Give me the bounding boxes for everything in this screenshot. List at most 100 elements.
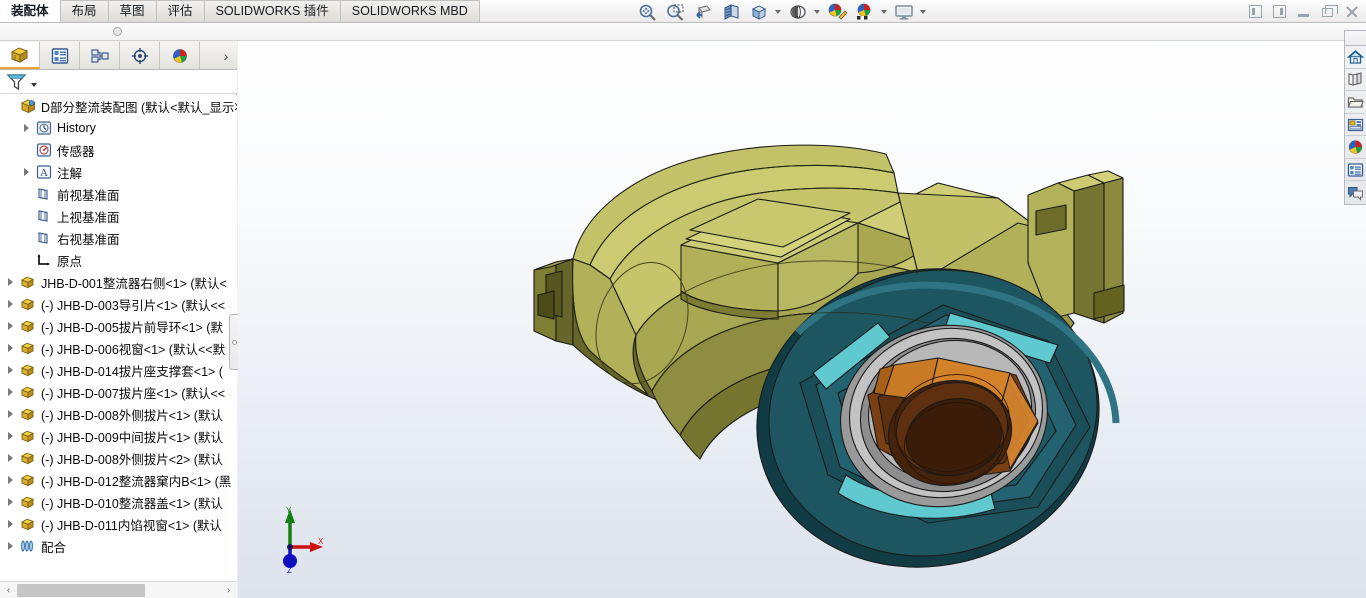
tree-node-component[interactable]: (-) JHB-D-012整流器窠内B<1> (黑	[0, 469, 237, 491]
task-pane-tab-top[interactable]	[1344, 30, 1366, 45]
expand-toggle[interactable]	[2, 293, 18, 315]
expand-toggle[interactable]	[2, 359, 18, 381]
zoom-to-fit-icon[interactable]	[634, 1, 660, 23]
tree-node-component[interactable]: JHB-D-001整流器右侧<1> (默认<	[0, 271, 237, 293]
expand-toggle[interactable]	[2, 425, 18, 447]
edit-appearance-icon[interactable]	[824, 1, 850, 23]
feature-manager-panel: › D部分整流装配图 (默认<默认_显示 History 传感器 A 注解 前视…	[0, 42, 238, 598]
view-settings-icon[interactable]	[891, 1, 917, 23]
expand-toggle[interactable]	[2, 315, 18, 337]
tab-layout[interactable]: 布局	[59, 0, 108, 22]
tree-node-component[interactable]: (-) JHB-D-005拔片前导环<1> (默	[0, 315, 237, 337]
tree-root-node[interactable]: D部分整流装配图 (默认<默认_显示状态	[0, 95, 237, 117]
expand-toggle[interactable]	[2, 337, 18, 359]
tree-node-component[interactable]: (-) JHB-D-007拔片座<1> (默认<<	[0, 381, 237, 403]
expand-toggle[interactable]	[2, 447, 18, 469]
filter-dropdown-caret[interactable]	[31, 82, 37, 87]
coordinate-triad: Y X Z	[283, 506, 324, 575]
file-explorer-icon[interactable]	[1345, 91, 1366, 114]
restore-button[interactable]	[1316, 2, 1338, 22]
property-manager-tab[interactable]	[40, 42, 80, 69]
section-view-icon[interactable]	[718, 1, 744, 23]
tree-node-component[interactable]: (-) JHB-D-008外侧拔片<2> (默认	[0, 447, 237, 469]
zoom-to-area-icon[interactable]	[662, 1, 688, 23]
tree-filter-bar[interactable]	[0, 70, 237, 94]
tree-node-label: (-) JHB-D-008外侧拔片<1> (默认	[41, 408, 223, 423]
tree-node-label: 注解	[57, 166, 83, 181]
apply-scene-dropdown[interactable]	[878, 1, 889, 23]
feature-manager-more-button[interactable]: ›	[215, 42, 237, 69]
close-button[interactable]	[1340, 2, 1362, 22]
expand-toggle[interactable]	[2, 469, 18, 491]
tab-solidworks-mbd[interactable]: SOLIDWORKS MBD	[339, 0, 480, 22]
expand-toggle[interactable]	[2, 491, 18, 513]
expand-toggle[interactable]	[2, 381, 18, 403]
tree-node-component[interactable]: (-) JHB-D-011内馅视窗<1> (默认	[0, 513, 237, 535]
configuration-manager-tab[interactable]	[80, 42, 120, 69]
tab-sketch[interactable]: 草图	[107, 0, 156, 22]
tab-assembly[interactable]: 装配体	[0, 0, 60, 22]
expand-toggle[interactable]	[2, 513, 18, 535]
tree-horizontal-scrollbar[interactable]: ‹ ›	[0, 581, 237, 598]
display-manager-tab[interactable]	[160, 42, 200, 69]
expand-toggle-spacer	[18, 249, 34, 271]
tree-node-mates[interactable]: 配合	[0, 535, 237, 557]
tree-toggle-spacer	[2, 95, 18, 117]
tab-solidworks-addins[interactable]: SOLIDWORKS 插件	[203, 0, 340, 22]
scroll-thumb[interactable]	[17, 583, 145, 597]
dimxpert-manager-tab[interactable]	[120, 42, 160, 69]
design-tree-tab[interactable]	[0, 42, 40, 69]
tree-node-component[interactable]: (-) JHB-D-006视窗<1> (默认<<默	[0, 337, 237, 359]
ribbon-pin-button[interactable]	[113, 27, 122, 36]
custom-properties-icon[interactable]	[1345, 159, 1366, 182]
expand-toggle-spacer	[18, 183, 34, 205]
view-palette-icon[interactable]	[1345, 114, 1366, 137]
solidworks-resources-icon[interactable]	[1345, 46, 1366, 69]
expand-toggle[interactable]	[2, 535, 18, 557]
tree-node-label: 上视基准面	[57, 210, 120, 225]
expand-toggle[interactable]	[2, 403, 18, 425]
tab-evaluate[interactable]: 评估	[155, 0, 204, 22]
expand-toggle[interactable]	[2, 271, 18, 293]
3d-model-viewport[interactable]	[238, 23, 1366, 598]
tree-node-component[interactable]: (-) JHB-D-014拔片座支撑套<1> (	[0, 359, 237, 381]
tree-node-history[interactable]: History	[0, 117, 237, 139]
scroll-left-arrow[interactable]: ‹	[0, 582, 17, 598]
tree-node-component[interactable]: (-) JHB-D-010整流器盖<1> (默认	[0, 491, 237, 513]
design-tree[interactable]: D部分整流装配图 (默认<默认_显示状态 History	[0, 95, 237, 598]
display-style-dropdown[interactable]	[811, 1, 822, 23]
tree-node-component[interactable]: (-) JHB-D-008外侧拔片<1> (默认	[0, 403, 237, 425]
graphics-area[interactable]: Y X Z	[238, 23, 1366, 598]
apply-scene-icon[interactable]	[852, 1, 878, 23]
tree-node-top-plane[interactable]: 上视基准面	[0, 205, 237, 227]
tree-node-component[interactable]: (-) JHB-D-003导引片<1> (默认<<	[0, 293, 237, 315]
view-settings-dropdown[interactable]	[917, 1, 928, 23]
tree-node-label: (-) JHB-D-011内馅视窗<1> (默认	[41, 518, 223, 533]
display-style-icon[interactable]	[785, 1, 811, 23]
solidworks-forum-icon[interactable]	[1345, 181, 1366, 204]
tree-node-origin[interactable]: 原点	[0, 249, 237, 271]
appearances-scenes-icon[interactable]	[1345, 136, 1366, 159]
panel-collapse-right-button[interactable]	[1268, 2, 1290, 22]
tree-node-right-plane[interactable]: 右视基准面	[0, 227, 237, 249]
scroll-right-arrow[interactable]: ›	[220, 582, 237, 598]
tree-splitter-handle[interactable]	[229, 314, 238, 370]
minimize-button[interactable]	[1292, 2, 1314, 22]
tree-node-component[interactable]: (-) JHB-D-009中间拔片<1> (默认	[0, 425, 237, 447]
sensor-icon	[34, 140, 54, 160]
panel-collapse-left-button[interactable]	[1244, 2, 1266, 22]
tree-node-annotations[interactable]: A 注解	[0, 161, 237, 183]
expand-toggle[interactable]	[18, 161, 34, 183]
tree-node-label: (-) JHB-D-003导引片<1> (默认<<	[41, 298, 226, 313]
tree-node-sensors[interactable]: 传感器	[0, 139, 237, 161]
tree-node-front-plane[interactable]: 前视基准面	[0, 183, 237, 205]
design-library-icon[interactable]	[1345, 69, 1366, 92]
view-orientation-icon[interactable]	[746, 1, 772, 23]
previous-view-icon[interactable]	[690, 1, 716, 23]
component-icon	[18, 470, 38, 490]
scroll-track[interactable]	[17, 582, 220, 598]
plane-icon	[34, 206, 54, 226]
expand-toggle[interactable]	[18, 117, 34, 139]
view-orientation-dropdown[interactable]	[772, 1, 783, 23]
tree-node-label: (-) JHB-D-005拔片前导环<1> (默	[41, 320, 223, 335]
